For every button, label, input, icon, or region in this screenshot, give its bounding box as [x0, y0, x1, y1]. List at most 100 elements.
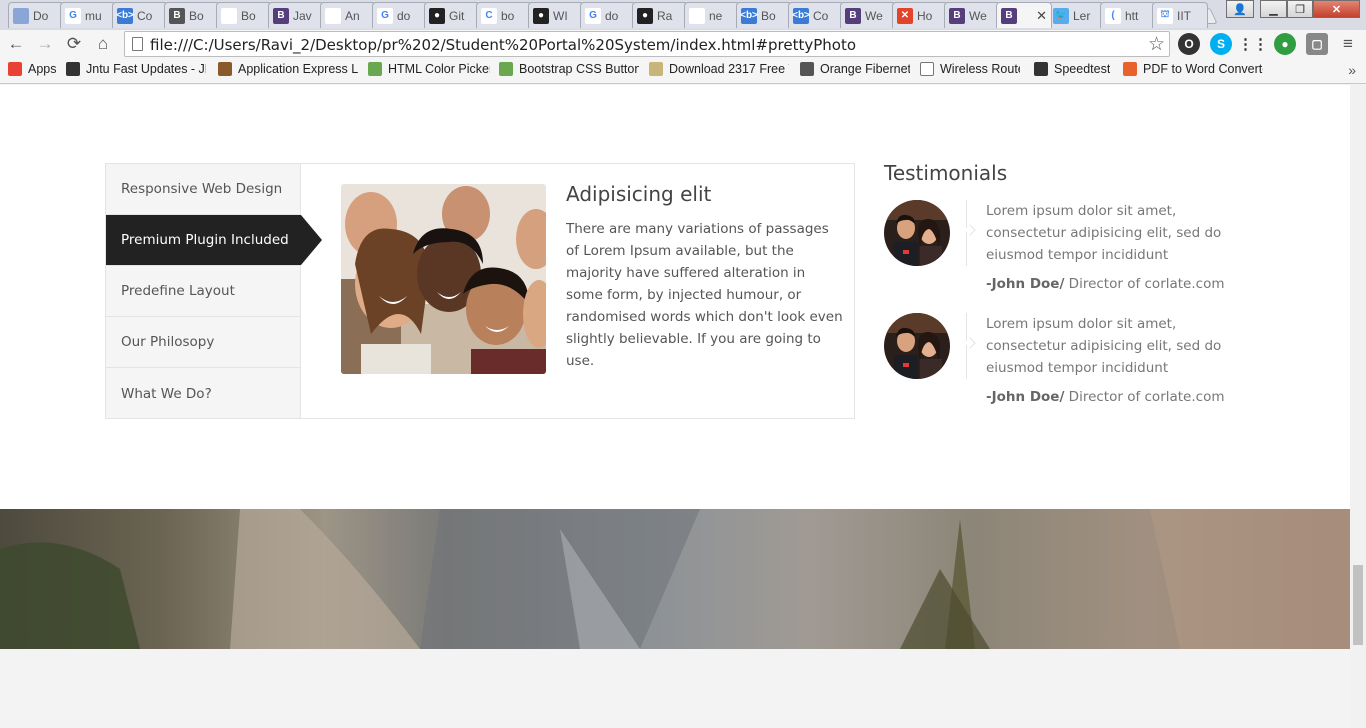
bookmark-item[interactable]: Application Express Lo — [218, 62, 358, 76]
tab-our-philosopy[interactable]: Our Philosopy — [106, 317, 301, 368]
window-buttons: ▁ ❐ ✕ — [1260, 0, 1360, 18]
bookmark-item[interactable]: PDF to Word Converte — [1123, 62, 1263, 76]
browser-toolbar: ← → ⟳ ⌂ file:///C:/Users/Ravi_2/Desktop/… — [0, 30, 1366, 58]
tab-label: bo — [501, 8, 515, 23]
tab-label: Ra — [657, 8, 673, 23]
home-icon[interactable]: ⌂ — [92, 33, 114, 55]
browser-tab[interactable]: Gdo — [580, 2, 636, 28]
testimonial-quote: Lorem ipsum dolor sit amet, consectetur … — [986, 203, 1222, 263]
bookmark-star-icon[interactable]: ☆ — [1148, 33, 1165, 56]
browser-tab[interactable]: (htt — [1100, 2, 1156, 28]
browser-tab[interactable]: Gdo — [372, 2, 428, 28]
tab-label: An — [345, 8, 360, 23]
bookmark-label: PDF to Word Converte — [1143, 62, 1263, 76]
tab-label: mu — [85, 8, 102, 23]
tab-favicon-icon: <b> — [740, 7, 758, 24]
menu-icon[interactable]: ≡ — [1337, 33, 1359, 55]
tab-favicon-icon: 🐦 — [1053, 7, 1069, 24]
author-name: -John Doe/ — [986, 276, 1065, 292]
bookmark-item[interactable]: HTML Color Picker — [368, 62, 490, 76]
maximize-button[interactable]: ❐ — [1287, 0, 1313, 18]
bookmark-label: Apps — [28, 62, 57, 76]
bookmark-item[interactable]: Jntu Fast Updates - JN — [66, 62, 206, 76]
browser-tab[interactable]: ● Ra — [632, 2, 688, 28]
browser-tab[interactable]: Do — [8, 2, 64, 28]
apps-grid-icon[interactable]: ⋮⋮ — [1238, 33, 1268, 55]
skype-icon[interactable]: S — [1210, 33, 1232, 55]
author-role: Director of corlate.com — [1064, 389, 1225, 405]
extension-gray-icon[interactable]: ▢ — [1306, 33, 1328, 55]
tab-label: do — [397, 8, 411, 23]
tab-label: We — [865, 8, 883, 23]
bookmarks-overflow-icon[interactable]: » — [1348, 62, 1356, 78]
bookmark-favicon-icon — [218, 62, 232, 76]
browser-tab[interactable]: Bo — [216, 2, 272, 28]
minimize-button[interactable]: ▁ — [1260, 0, 1287, 18]
tab-label: Jav — [293, 8, 312, 23]
close-window-button[interactable]: ✕ — [1313, 0, 1360, 18]
bookmark-label: Bootstrap CSS Button — [519, 62, 639, 76]
browser-tab[interactable]: B Jav — [268, 2, 324, 28]
bookmark-item[interactable]: Apps — [8, 62, 57, 76]
browser-tab[interactable]: Gmu — [60, 2, 116, 28]
bookmark-favicon-icon — [499, 62, 513, 76]
browser-tab[interactable]: B Bo — [164, 2, 220, 28]
bookmark-label: Application Express Lo — [238, 62, 358, 76]
section-band — [0, 649, 1350, 728]
browser-tab[interactable]: <b> Bo — [736, 2, 792, 28]
tab-label: htt — [1125, 8, 1139, 23]
tab-premium-plugin-included[interactable]: Premium Plugin Included — [106, 215, 322, 266]
browser-tab[interactable]: B We — [944, 2, 1000, 28]
bookmark-favicon-icon — [800, 62, 814, 76]
extension-green-icon[interactable]: ● — [1274, 33, 1296, 55]
tab-what-we-do[interactable]: What We Do? — [106, 368, 301, 419]
tab-favicon-icon: G — [65, 7, 81, 24]
browser-tab[interactable]: ● WI — [528, 2, 584, 28]
browser-tab[interactable]: <b> Co — [788, 2, 844, 28]
browser-tab[interactable]: B ✕ — [996, 2, 1052, 28]
tab-favicon-icon: B — [169, 7, 185, 24]
tab-favicon-icon: G — [377, 7, 393, 24]
bookmark-label: Orange Fibernet — [820, 62, 910, 76]
panel-heading: Adipisicing elit — [566, 182, 712, 206]
bookmark-label: Download 2317 Free V — [669, 62, 789, 76]
tab-favicon-icon — [325, 7, 341, 24]
bookmark-favicon-icon — [368, 62, 382, 76]
url-text[interactable]: file:///C:/Users/Ravi_2/Desktop/pr%202/S… — [150, 36, 856, 54]
bookmark-item[interactable]: Download 2317 Free V — [649, 62, 789, 76]
back-icon[interactable]: ← — [5, 33, 27, 55]
browser-tab[interactable]: B We — [840, 2, 896, 28]
browser-tab[interactable]: ne — [684, 2, 740, 28]
browser-tab[interactable]: 🐦 Ler — [1048, 2, 1104, 28]
browser-tab[interactable]: An — [320, 2, 376, 28]
tab-label: Ler — [1073, 8, 1091, 23]
panel-text: There are many variations of passages of… — [566, 221, 843, 369]
forward-icon[interactable]: → — [34, 33, 56, 55]
page-icon — [132, 37, 143, 51]
reload-icon[interactable]: ⟳ — [63, 33, 85, 55]
tab-favicon-icon: ● — [637, 7, 653, 24]
tab-favicon-icon: C — [481, 7, 497, 24]
testimonial-item: Lorem ipsum dolor sit amet, consectetur … — [884, 200, 1225, 300]
browser-tab[interactable]: Cbo — [476, 2, 532, 28]
browser-tab[interactable]: ● Git — [424, 2, 480, 28]
tab-favicon-icon: ● — [429, 7, 445, 24]
bookmark-item[interactable]: Wireless Router — [920, 62, 1020, 76]
address-bar[interactable]: file:///C:/Users/Ravi_2/Desktop/pr%202/S… — [124, 31, 1170, 57]
tab-predefine-layout[interactable]: Predefine Layout — [106, 266, 301, 317]
scrollbar-thumb[interactable] — [1353, 565, 1363, 645]
bookmark-item[interactable]: Bootstrap CSS Button — [499, 62, 639, 76]
browser-tab[interactable]: <b> Co — [112, 2, 168, 28]
bookmark-item[interactable]: Orange Fibernet — [800, 62, 910, 76]
browser-tab[interactable]: ⛫ IIT — [1152, 2, 1208, 28]
tab-favicon-icon: ✕ — [897, 7, 913, 24]
tab-responsive-web-design[interactable]: Responsive Web Design — [106, 164, 301, 215]
extension-opera-icon[interactable]: O — [1178, 33, 1200, 55]
profile-button[interactable]: 👤 — [1226, 0, 1254, 18]
browser-tab[interactable]: ✕ Ho — [892, 2, 948, 28]
bookmark-item[interactable]: Speedtest — [1034, 62, 1110, 76]
page-scrollbar[interactable] — [1350, 85, 1366, 728]
close-tab-icon[interactable]: ✕ — [1036, 8, 1047, 24]
feature-tab-nav: Responsive Web Design Premium Plugin Inc… — [106, 164, 322, 419]
author-role: Director of corlate.com — [1064, 276, 1225, 292]
